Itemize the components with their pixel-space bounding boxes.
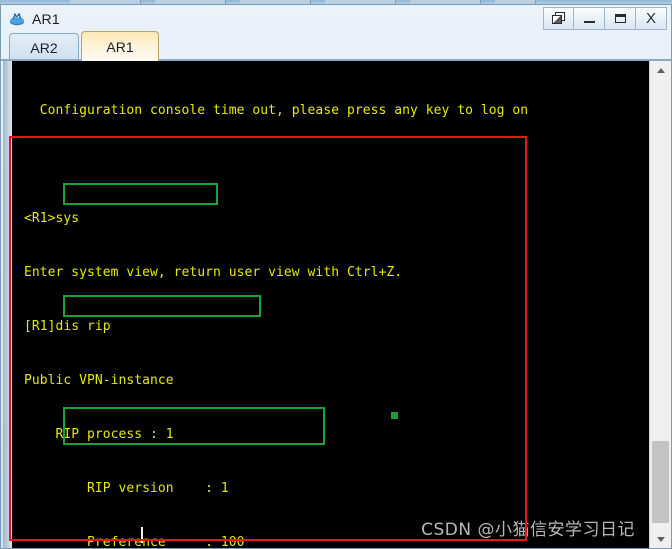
router-icon	[8, 10, 26, 28]
window-controls: X	[543, 7, 667, 30]
chevron-down-icon	[656, 536, 665, 542]
tab-ar1[interactable]: AR1	[81, 31, 159, 61]
terminal-text: Configuration console time out, please p…	[24, 66, 528, 548]
screenshot-root: AR1 X AR2 AR1 Configuration console time…	[0, 0, 672, 549]
title-bar: AR1 X	[1, 5, 671, 32]
minimize-icon	[583, 21, 595, 23]
restore-icon	[551, 12, 566, 25]
terminal-line: Configuration console time out, please p…	[24, 103, 529, 118]
tab-bar: AR2 AR1	[1, 31, 671, 61]
scrollbar-thumb[interactable]	[652, 441, 669, 523]
maximize-button[interactable]	[605, 7, 636, 30]
minimize-button[interactable]	[574, 7, 605, 30]
terminal-output[interactable]: Configuration console time out, please p…	[12, 61, 649, 548]
text-cursor	[141, 527, 143, 543]
terminal-window: AR1 X AR2 AR1 Configuration console time…	[0, 4, 672, 549]
console-area: Configuration console time out, please p…	[3, 61, 671, 548]
terminal-line: RIP version : 1	[24, 481, 229, 496]
terminal-line: <R1>sys	[24, 211, 80, 226]
watermark: CSDN @小猫信安学习日记	[421, 520, 635, 540]
scroll-down-button[interactable]	[650, 530, 671, 548]
window-title: AR1	[32, 10, 60, 27]
tab-ar2[interactable]: AR2	[9, 33, 79, 61]
console-left-bevel	[3, 61, 12, 548]
scroll-up-button[interactable]	[650, 61, 671, 79]
restore-button[interactable]	[543, 7, 574, 30]
terminal-line: Enter system view, return user view with…	[24, 265, 403, 280]
vertical-scrollbar[interactable]	[649, 61, 671, 548]
close-button[interactable]: X	[636, 7, 667, 30]
terminal-line: Public VPN-instance	[24, 373, 174, 388]
terminal-line: [R1]dis rip	[24, 319, 111, 334]
green-cursor-artifact	[391, 412, 398, 419]
terminal-line: RIP process : 1	[24, 427, 174, 442]
maximize-icon	[614, 14, 626, 23]
chevron-up-icon	[656, 67, 665, 73]
